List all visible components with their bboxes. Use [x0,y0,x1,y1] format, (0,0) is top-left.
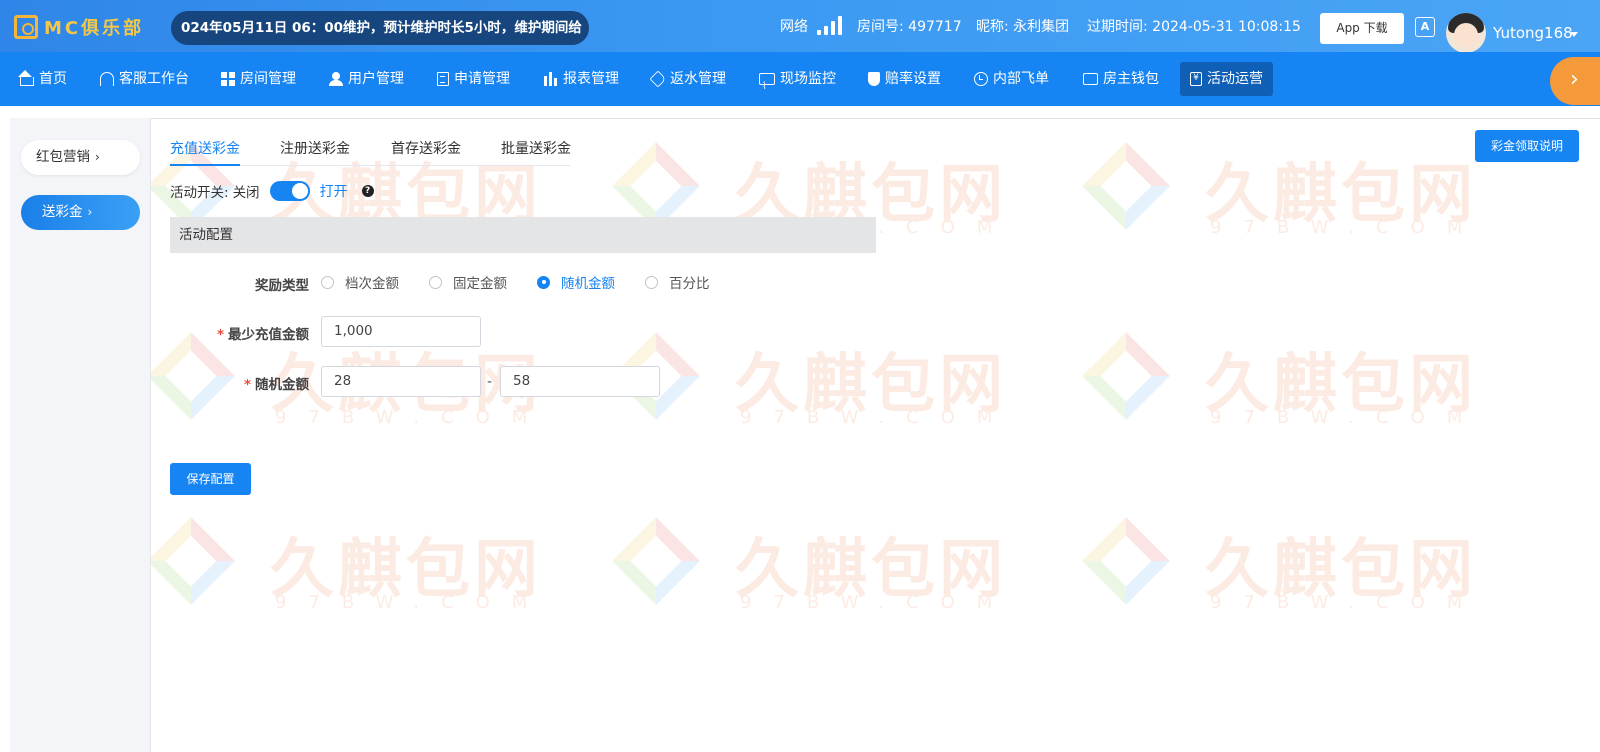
clock-icon [974,72,988,86]
tab-first-deposit-bonus[interactable]: 首存送彩金 [391,134,461,166]
nav-label: 活动运营 [1207,71,1263,87]
range-separator: - [487,374,493,390]
radio-dot [429,275,442,289]
switch-label: 活动开关: [170,185,229,201]
tab-recharge-bonus[interactable]: 充值送彩金 [170,134,240,166]
main-nav: 首页 客服工作台 房间管理 用户管理 申请管理 报表管理 返水管理 现场监控 赔… [0,52,1600,106]
room-number: 房间号: 497717 [857,19,962,35]
top-header: MC俱乐部 024年05月11日 06：00维护，预计维护时长5小时，维护期间给… [0,0,1600,53]
radio-dot [321,275,334,289]
chevron-right-icon: › [87,205,93,219]
switch-on-label: 打开 [319,184,348,200]
radio-tier-amount[interactable]: 档次金额 [321,272,399,292]
nav-label: 首页 [39,71,67,87]
sidebar-item-label: 送彩金 [42,204,83,220]
min-recharge-label: * 最少充值金额 [216,327,309,343]
bonus-instructions-button[interactable]: 彩金领取说明 [1475,130,1579,162]
tag-icon [649,70,667,88]
nav-item-users[interactable]: 用户管理 [319,62,414,96]
nav-item-service[interactable]: 客服工作台 [90,62,199,96]
chevron-right-icon: › [95,150,100,164]
nav-item-rooms[interactable]: 房间管理 [211,62,306,96]
nav-item-odds[interactable]: 赔率设置 [858,62,951,96]
sidebar-item-label: 红包营销 [36,149,90,165]
tab-batch-bonus[interactable]: 批量送彩金 [501,134,571,166]
headset-icon [100,72,114,86]
user-icon [329,72,343,86]
announcement-marquee: 024年05月11日 06：00维护，预计维护时长5小时，维护期间给 [171,11,589,45]
nav-label: 赔率设置 [885,71,941,87]
min-recharge-input[interactable]: 1,000 [321,316,481,347]
nickname: 昵称: 永利集团 [976,19,1070,35]
radio-fixed-amount[interactable]: 固定金额 [429,272,507,292]
switch-off-label: 关闭 [232,185,260,201]
random-amount-label: * 随机金额 [243,377,309,393]
app-download-button[interactable]: App 下载 [1320,13,1404,44]
save-config-button[interactable]: 保存配置 [170,463,251,495]
nav-label: 返水管理 [670,71,726,87]
sidebar: 红包营销 › 送彩金 › [10,118,151,752]
nav-item-rebate[interactable]: 返水管理 [641,62,736,96]
question-icon[interactable]: ? [361,185,374,197]
sidebar-item-bonus[interactable]: 送彩金 › [21,195,140,230]
content-frame [10,118,1600,752]
radio-percentage[interactable]: 百分比 [645,272,710,292]
monitor-icon [759,70,775,104]
network-label: 网络 [780,19,808,35]
nav-item-home[interactable]: 首页 [10,62,77,96]
nav-item-reports[interactable]: 报表管理 [534,62,629,96]
document-icon [437,72,449,86]
activity-switch-row: 活动开关: 关闭 打开 ? [170,180,374,202]
nav-item-wallet[interactable]: 房主钱包 [1073,62,1169,96]
avatar[interactable] [1446,13,1486,53]
yen-icon: ¥ [1190,72,1202,86]
nav-label: 房间管理 [240,71,296,87]
reward-type-label: 奖励类型 [255,278,309,294]
username[interactable]: Yutong168 [1493,0,1573,60]
sidebar-item-red-packet[interactable]: 红包营销 › [21,140,140,175]
reward-type-radio-group: 档次金额 固定金额 随机金额 百分比 [321,272,740,292]
radio-random-amount[interactable]: 随机金额 [537,272,615,292]
radio-dot [645,275,658,289]
nav-item-activities[interactable]: ¥ 活动运营 [1180,62,1273,96]
bonus-tabs: 充值送彩金 注册送彩金 首存送彩金 批量送彩金 [170,134,571,166]
random-min-input[interactable]: 28 [321,366,481,397]
logo-icon [14,15,38,39]
expire-time: 过期时间: 2024-05-31 10:08:15 [1087,19,1301,35]
nav-label: 客服工作台 [119,71,189,87]
logo-text: MC俱乐部 [44,18,145,39]
app-logo[interactable]: MC俱乐部 [14,14,144,40]
nav-item-internal[interactable]: 内部飞单 [964,62,1059,96]
nav-label: 报表管理 [563,71,619,87]
signal-icon [817,13,845,35]
nav-label: 现场监控 [780,71,836,87]
activity-toggle[interactable] [269,181,310,201]
home-icon [18,70,34,86]
nav-item-applications[interactable]: 申请管理 [427,62,520,96]
radio-dot [537,275,550,289]
bar-chart-icon [544,72,558,86]
section-title: 活动配置 [170,217,876,253]
tab-register-bonus[interactable]: 注册送彩金 [280,134,350,166]
nav-label: 用户管理 [348,71,404,87]
nav-label: 申请管理 [454,71,510,87]
nav-label: 内部飞单 [993,71,1049,87]
random-max-input[interactable]: 58 [500,366,660,397]
nav-next-button[interactable]: › [1550,57,1600,105]
translate-icon[interactable]: A [1415,17,1435,37]
nav-item-monitor[interactable]: 现场监控 [749,62,846,104]
grid-icon [221,72,235,86]
chevron-down-icon[interactable] [1570,32,1578,37]
nav-label: 房主钱包 [1103,71,1159,87]
shield-icon [868,72,880,86]
wallet-icon [1083,73,1098,85]
